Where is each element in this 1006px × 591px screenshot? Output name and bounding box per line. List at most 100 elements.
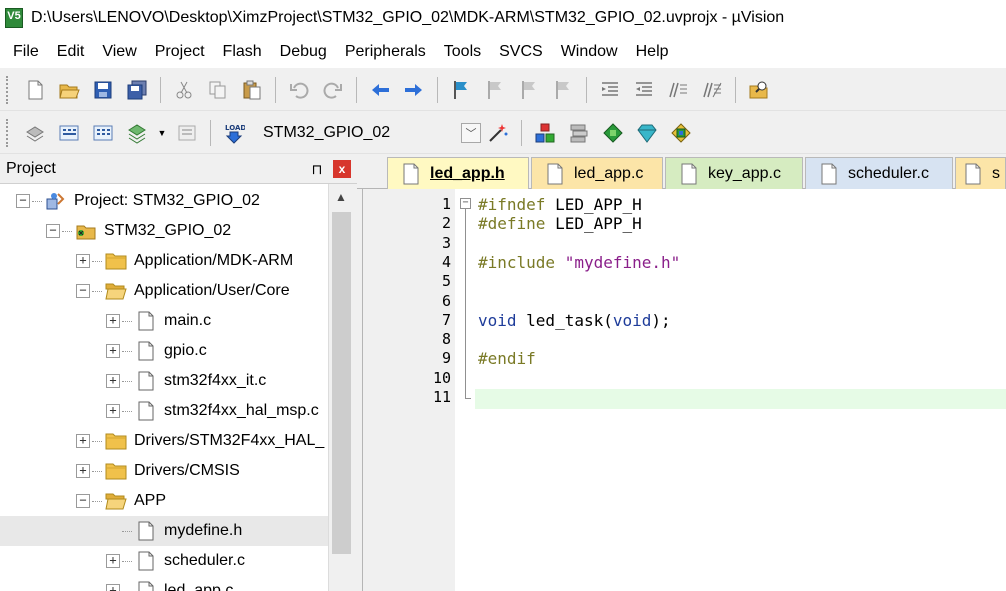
tree-item[interactable]: + stm32f4xx_hal_msp.c [0,396,319,426]
menu-project[interactable]: Project [146,37,214,67]
expand-icon[interactable]: + [76,464,90,478]
stop-build-button[interactable] [172,118,202,148]
batch-build-button[interactable] [122,118,152,148]
expand-icon[interactable]: + [76,254,90,268]
tree-item[interactable]: + main.c [0,306,211,336]
menu-window[interactable]: Window [552,37,627,67]
close-panel-button[interactable]: x [333,160,351,178]
collapse-icon[interactable]: − [76,284,90,298]
code-line[interactable]: void led_task(void); [478,311,671,330]
comment-selection-button[interactable] [663,75,693,105]
code-line[interactable]: #endif [478,349,536,368]
target-options-button[interactable] [483,118,513,148]
translate-button[interactable] [20,118,50,148]
menu-peripherals[interactable]: Peripherals [336,37,435,67]
tree-item[interactable]: − Application/User/Core [0,276,290,306]
menu-file[interactable]: File [4,37,48,67]
menu-svcs[interactable]: SVCS [490,37,552,67]
indent-button[interactable] [595,75,625,105]
menu-help[interactable]: Help [627,37,678,67]
clear-bookmarks-button[interactable] [548,75,578,105]
unindent-button[interactable] [629,75,659,105]
download-button[interactable]: LOAD [219,118,249,148]
project-tree-scrollbar[interactable]: ▲ [328,184,354,591]
insert-bookmark-button[interactable] [446,75,476,105]
chevron-down-icon[interactable]: ﹀ [461,122,481,143]
menu-flash[interactable]: Flash [214,37,271,67]
tree-item[interactable]: − STM32_GPIO_02 [0,216,231,246]
tree-item[interactable]: mydefine.h [0,516,328,546]
new-file-button[interactable] [20,75,50,105]
uvision-app-icon[interactable]: V5 [5,8,23,28]
file-icon [547,163,563,184]
run-time-environment-button[interactable] [632,118,662,148]
save-button[interactable] [88,75,118,105]
collapse-icon[interactable]: − [46,224,60,238]
next-bookmark-button[interactable] [514,75,544,105]
redo-button[interactable] [318,75,348,105]
save-all-button[interactable] [122,75,152,105]
tab-key-app-c[interactable]: key_app.c [665,157,803,189]
tree-item[interactable]: + Drivers/STM32F4xx_HAL_ [0,426,324,456]
code-line[interactable]: #include "mydefine.h" [478,253,680,272]
tree-item[interactable]: + scheduler.c [0,546,245,576]
target-select[interactable]: STM32_GPIO_02 ﹀ [261,120,481,146]
expand-icon[interactable]: + [106,554,120,568]
toolbar-separator [356,76,357,103]
select-packs-button[interactable] [564,118,594,148]
tree-item[interactable]: − Project: STM32_GPIO_02 [0,186,260,216]
toolbar-grip[interactable] [6,118,12,147]
manage-project-items-button[interactable] [530,118,560,148]
tree-item-label: Drivers/CMSIS [134,462,240,479]
find-in-files-button[interactable] [744,75,774,105]
tree-item[interactable]: + stm32f4xx_it.c [0,366,266,396]
tree-item[interactable]: + Application/MDK-ARM [0,246,293,276]
expand-icon[interactable]: + [106,344,120,358]
scroll-up-arrow-icon[interactable]: ▲ [329,184,353,210]
menu-debug[interactable]: Debug [271,37,336,67]
tree-connector [122,530,132,532]
expand-icon[interactable]: + [106,584,120,591]
undo-button[interactable] [284,75,314,105]
navigate-back-button[interactable] [365,75,395,105]
rebuild-button[interactable] [88,118,118,148]
batch-build-dropdown[interactable]: ▼ [156,118,168,148]
expand-icon[interactable]: + [106,314,120,328]
collapse-icon[interactable]: − [16,194,30,208]
menu-tools[interactable]: Tools [435,37,490,67]
code-line[interactable]: #ifndef LED_APP_H [478,195,642,214]
navigate-forward-button[interactable] [399,75,429,105]
tab-led-app-c[interactable]: led_app.c [531,157,663,189]
cut-button[interactable] [169,75,199,105]
fold-collapse-icon[interactable]: − [460,198,471,209]
open-file-button[interactable] [54,75,84,105]
code-line[interactable]: #define LED_APP_H [478,214,642,233]
expand-icon[interactable]: + [106,404,120,418]
scrollbar-thumb[interactable] [332,212,351,554]
menu-edit[interactable]: Edit [48,37,94,67]
tree-item[interactable]: + Drivers/CMSIS [0,456,240,486]
tree-item[interactable]: − APP [0,486,166,516]
tab-led-app-h[interactable]: led_app.h [387,157,529,189]
tab-label: led_app.h [430,164,505,182]
expand-icon[interactable]: + [106,374,120,388]
tree-item-label: scheduler.c [164,552,245,569]
pack-installer-button[interactable] [598,118,628,148]
tab-overflow[interactable]: s [955,157,1006,189]
menu-view[interactable]: View [93,37,145,67]
software-components-button[interactable] [666,118,696,148]
bookmark-prev-icon [488,80,501,99]
copy-button[interactable] [203,75,233,105]
collapse-icon[interactable]: − [76,494,90,508]
tab-scheduler-c[interactable]: scheduler.c [805,157,953,189]
toolbar-grip[interactable] [6,75,12,104]
paste-button[interactable] [237,75,267,105]
tree-item[interactable]: + led_app.c [0,576,233,591]
tree-item[interactable]: + gpio.c [0,336,207,366]
expand-icon[interactable]: + [76,434,90,448]
build-button[interactable] [54,118,84,148]
code-editor[interactable]: − 1 #ifndef LED_APP_H 2 #define LED_APP_H 3 4… [362,189,1006,591]
uncomment-selection-button[interactable] [697,75,727,105]
previous-bookmark-button[interactable] [480,75,510,105]
pin-icon[interactable]: ⊓ [307,161,327,178]
